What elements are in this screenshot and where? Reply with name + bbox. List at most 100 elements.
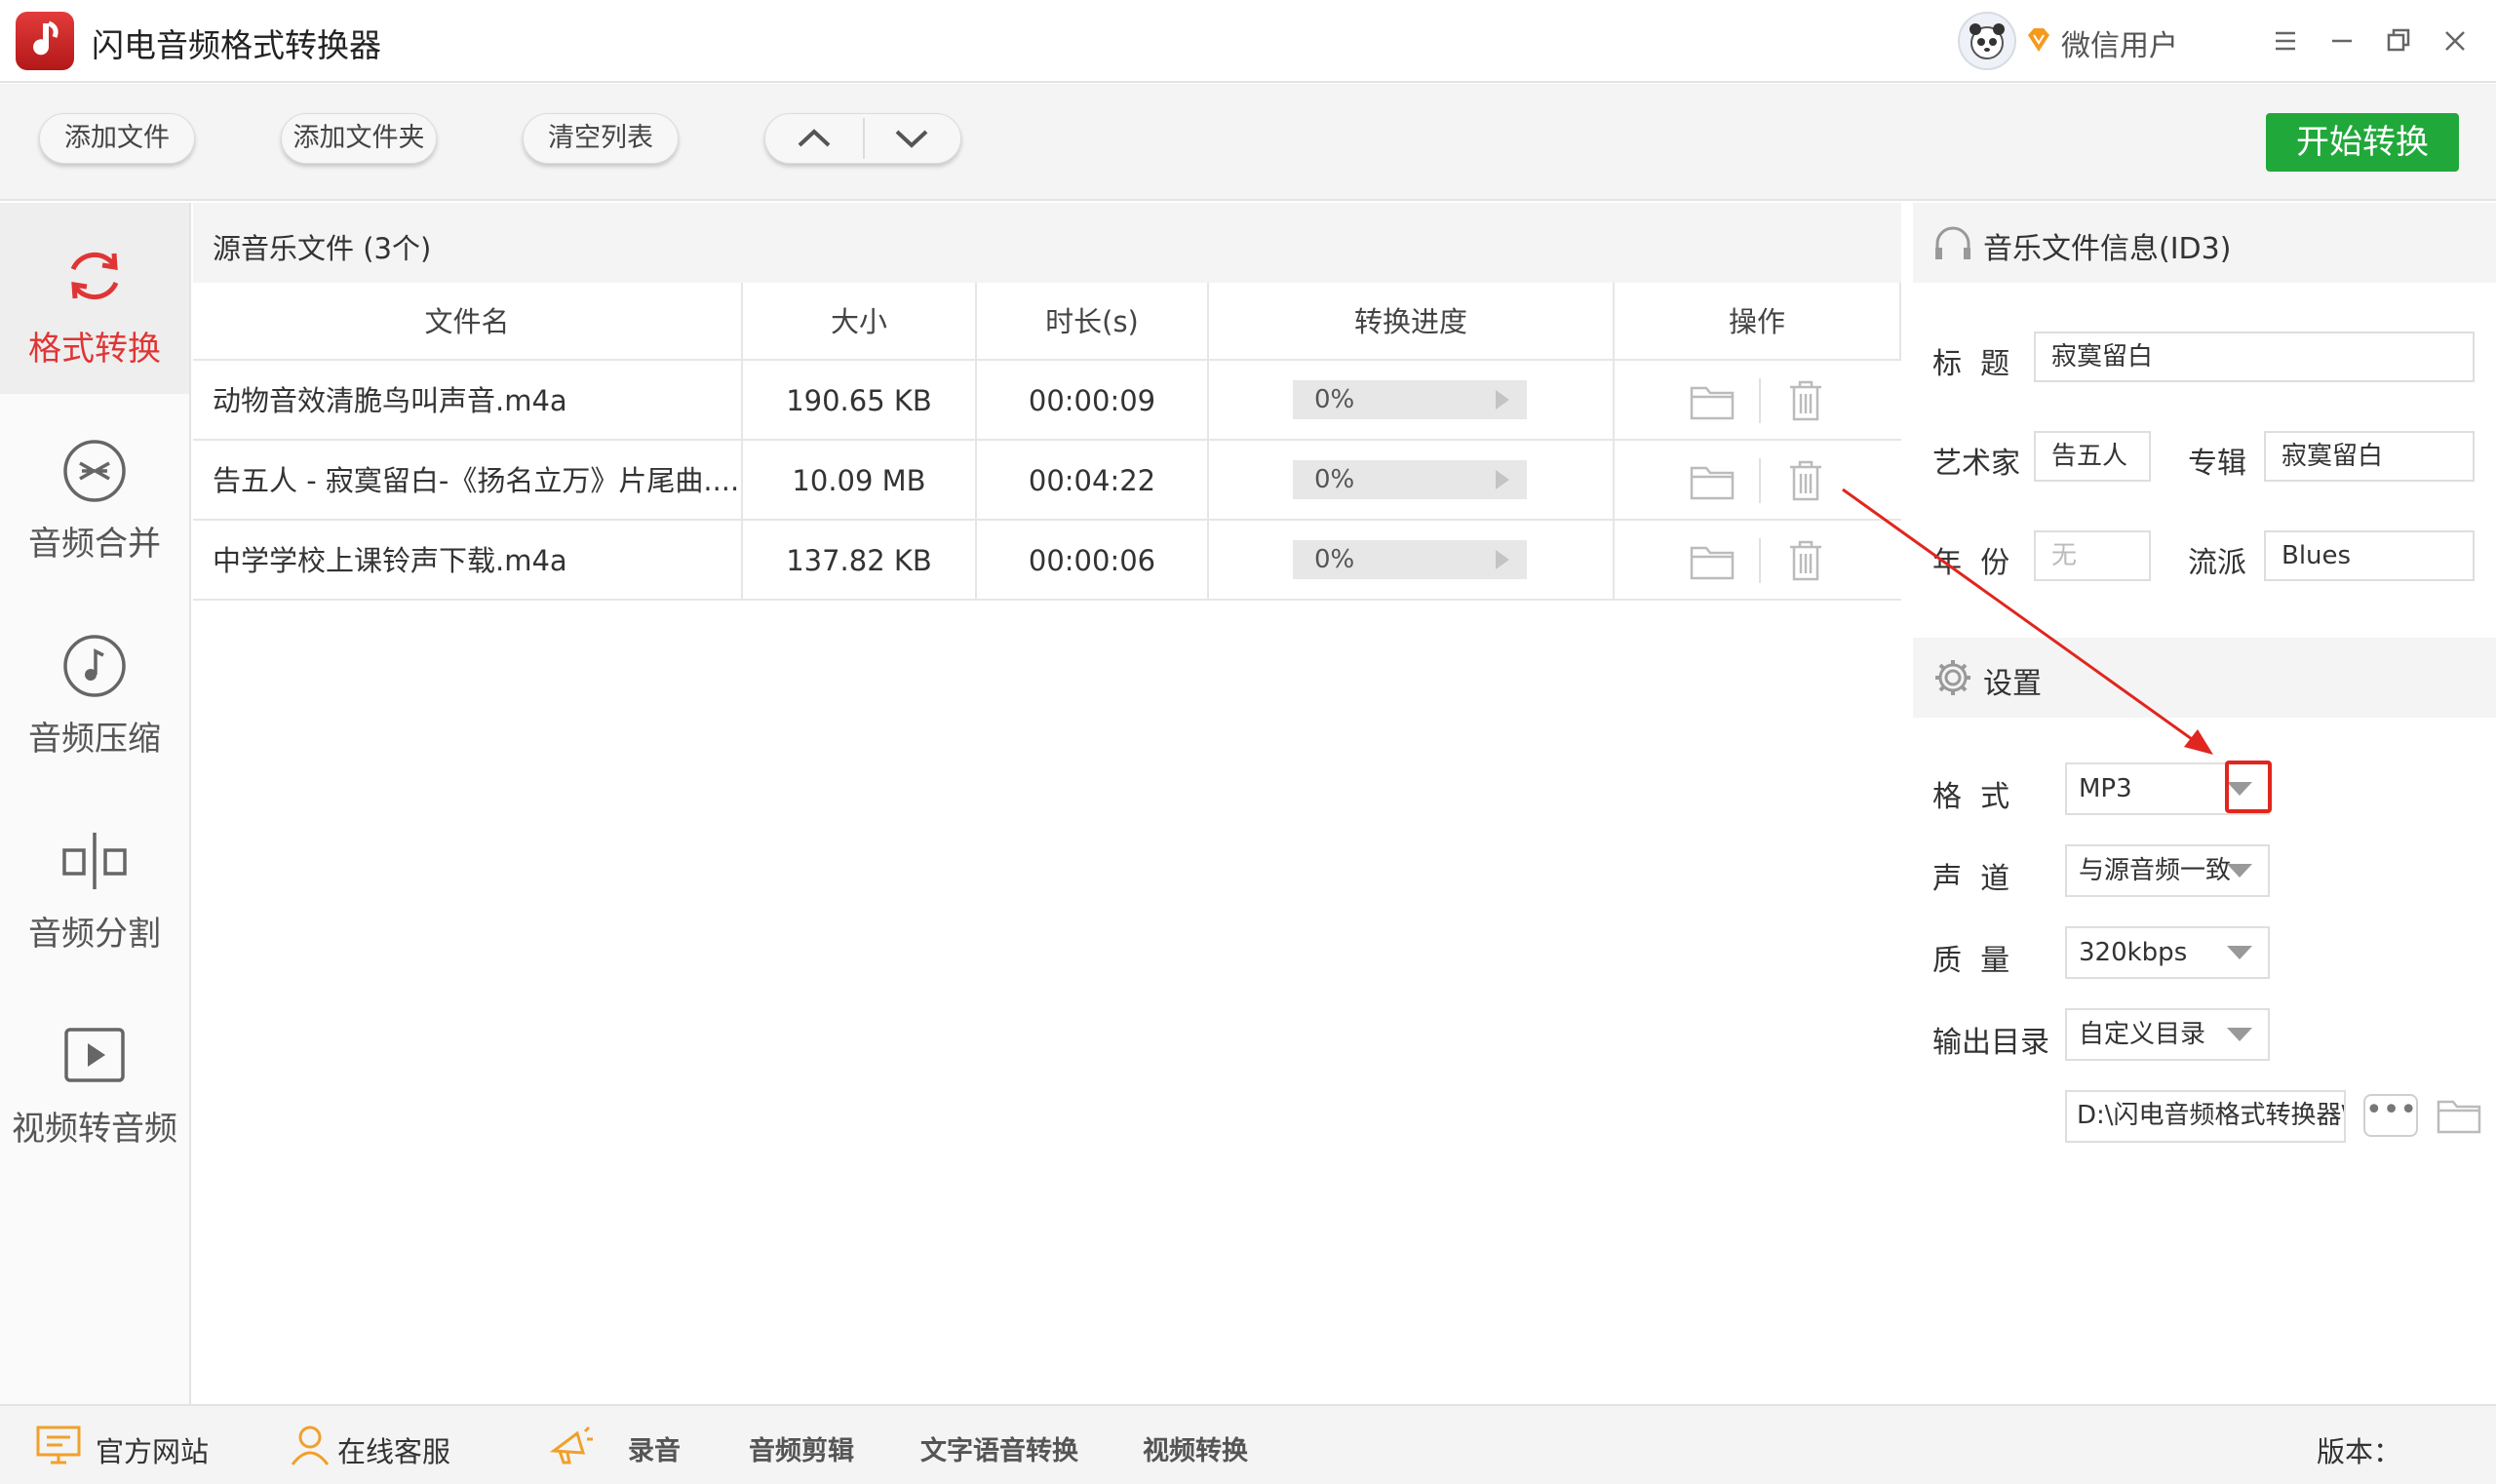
sidebar-item-video-to-audio[interactable]: 视频转音频 bbox=[0, 983, 189, 1174]
delete-icon[interactable] bbox=[1786, 458, 1825, 503]
settings-header-title: 设置 bbox=[1983, 667, 2042, 701]
title-field[interactable]: 寂寞留白 bbox=[2034, 332, 2475, 382]
sidebar-item-label: 视频转音频 bbox=[12, 1110, 177, 1149]
progress-value: 0% bbox=[1314, 465, 1355, 494]
version-label: 版本： bbox=[2317, 1435, 2402, 1468]
id3-header-title: 音乐文件信息(ID3) bbox=[1983, 232, 2232, 266]
delete-icon[interactable] bbox=[1786, 378, 1825, 423]
sidebar-item-format-convert[interactable]: 格式转换 bbox=[0, 203, 189, 394]
online-service-link[interactable]: 在线客服 bbox=[337, 1429, 450, 1470]
toolbar: 添加文件 添加文件夹 清空列表 开始转换 bbox=[0, 84, 2496, 201]
clear-list-button[interactable]: 清空列表 bbox=[523, 113, 679, 164]
album-field[interactable]: 寂寞留白 bbox=[2264, 431, 2475, 482]
output-dir-select[interactable]: 自定义目录 bbox=[2065, 1008, 2270, 1061]
chevron-up-icon bbox=[798, 129, 831, 147]
play-icon[interactable] bbox=[1496, 390, 1509, 410]
channel-label: 声 道 bbox=[1932, 862, 2010, 896]
move-up-button[interactable] bbox=[765, 114, 863, 163]
vip-diamond-icon bbox=[2024, 25, 2053, 55]
sidebar-item-audio-split[interactable]: 音频分割 bbox=[0, 788, 189, 979]
footer: 官方网站 在线客服 录音 音频剪辑 文字语音转换 视频转换 版本： bbox=[0, 1404, 2496, 1484]
sidebar-item-audio-compress[interactable]: 音频压缩 bbox=[0, 593, 189, 784]
progress-bar: 0% bbox=[1293, 460, 1527, 499]
start-convert-button[interactable]: 开始转换 bbox=[2266, 113, 2459, 172]
file-list-title: 源音乐文件 (3个) bbox=[213, 232, 432, 265]
column-header-duration[interactable]: 时长(s) bbox=[977, 283, 1209, 361]
merge-icon bbox=[60, 437, 129, 505]
divider bbox=[1759, 458, 1761, 503]
restore-icon[interactable] bbox=[2379, 21, 2418, 60]
progress-value: 0% bbox=[1314, 385, 1355, 414]
file-list-header: 源音乐文件 (3个) bbox=[193, 203, 1901, 283]
file-duration: 00:00:06 bbox=[977, 521, 1209, 601]
add-file-button[interactable]: 添加文件 bbox=[39, 113, 195, 164]
progress-bar: 0% bbox=[1293, 540, 1527, 579]
play-icon[interactable] bbox=[1496, 550, 1509, 569]
channel-select[interactable]: 与源音频一致 bbox=[2065, 844, 2270, 897]
open-folder-icon[interactable] bbox=[1689, 542, 1736, 581]
more-button[interactable]: ••• bbox=[2363, 1094, 2418, 1137]
headphones-icon bbox=[1932, 222, 1973, 263]
music-note-icon bbox=[60, 632, 129, 700]
move-down-button[interactable] bbox=[865, 114, 962, 163]
play-icon bbox=[60, 1022, 129, 1090]
chevron-down-icon bbox=[895, 130, 928, 148]
artist-field[interactable]: 告五人 bbox=[2034, 431, 2151, 482]
progress-bar: 0% bbox=[1293, 380, 1527, 419]
browse-folder-icon[interactable] bbox=[2436, 1096, 2482, 1135]
title-bar: 闪电音频格式转换器 微信用户 bbox=[0, 0, 2496, 83]
close-icon[interactable] bbox=[2436, 21, 2475, 60]
user-service-icon[interactable] bbox=[287, 1424, 333, 1466]
column-header-progress[interactable]: 转换进度 bbox=[1209, 283, 1615, 361]
megaphone-icon bbox=[548, 1424, 595, 1466]
genre-label: 流派 bbox=[2188, 546, 2246, 580]
file-size: 137.82 KB bbox=[743, 521, 977, 601]
sidebar: 格式转换 音频合并 音频压缩 音频分割 视频转音频 bbox=[0, 203, 191, 1404]
progress-value: 0% bbox=[1314, 545, 1355, 574]
table-row[interactable]: 动物音效清脆鸟叫声音.m4a 190.65 KB 00:00:09 0% bbox=[193, 361, 1901, 441]
gear-icon bbox=[1932, 657, 1973, 698]
file-duration: 00:04:22 bbox=[977, 441, 1209, 521]
divider bbox=[1759, 538, 1761, 583]
table-row[interactable]: 告五人 - 寂寞留白-《扬名立万》片尾曲.... 10.09 MB 00:04:… bbox=[193, 441, 1901, 521]
app-logo-icon bbox=[16, 12, 74, 70]
file-name: 动物音效清脆鸟叫声音.m4a bbox=[193, 361, 743, 441]
play-icon[interactable] bbox=[1496, 470, 1509, 489]
file-duration: 00:00:09 bbox=[977, 361, 1209, 441]
annotation-highlight-box bbox=[2225, 761, 2272, 813]
user-name[interactable]: 微信用户 bbox=[2061, 21, 2178, 64]
settings-header: 设置 bbox=[1913, 638, 2496, 718]
column-header-actions: 操作 bbox=[1615, 283, 1901, 361]
menu-icon[interactable] bbox=[2266, 21, 2305, 60]
delete-icon[interactable] bbox=[1786, 538, 1825, 583]
add-folder-button[interactable]: 添加文件夹 bbox=[281, 113, 437, 164]
column-header-filename[interactable]: 文件名 bbox=[193, 283, 743, 361]
table-row[interactable]: 中学学校上课铃声下载.m4a 137.82 KB 00:00:06 0% bbox=[193, 521, 1901, 601]
minimize-icon[interactable] bbox=[2322, 21, 2361, 60]
channel-value: 与源音频一致 bbox=[2079, 856, 2232, 885]
sidebar-item-audio-merge[interactable]: 音频合并 bbox=[0, 398, 189, 589]
genre-field[interactable]: Blues bbox=[2264, 530, 2475, 581]
chevron-down-icon[interactable] bbox=[2227, 946, 2252, 959]
app-title: 闪电音频格式转换器 bbox=[92, 26, 381, 64]
output-dir-label: 输出目录 bbox=[1932, 1026, 2049, 1060]
open-folder-icon[interactable] bbox=[1689, 462, 1736, 501]
quality-value: 320kbps bbox=[2079, 938, 2188, 967]
column-header-size[interactable]: 大小 bbox=[743, 283, 977, 361]
format-value: MP3 bbox=[2079, 774, 2132, 803]
official-website-link[interactable]: 官方网站 bbox=[96, 1429, 209, 1470]
open-folder-icon[interactable] bbox=[1689, 382, 1736, 421]
id3-header: 音乐文件信息(ID3) bbox=[1913, 203, 2496, 283]
monitor-icon[interactable] bbox=[35, 1424, 82, 1466]
audio-edit-link[interactable]: 音频剪辑 bbox=[749, 1429, 854, 1467]
chevron-down-icon[interactable] bbox=[2227, 1028, 2252, 1041]
output-path-field[interactable]: D:\闪电音频格式转换器\ bbox=[2065, 1090, 2346, 1143]
text-to-speech-link[interactable]: 文字语音转换 bbox=[920, 1429, 1078, 1467]
record-link[interactable]: 录音 bbox=[628, 1429, 681, 1467]
year-field[interactable]: 无 bbox=[2034, 530, 2151, 581]
chevron-down-icon[interactable] bbox=[2227, 864, 2252, 878]
quality-label: 质 量 bbox=[1932, 944, 2010, 978]
video-convert-link[interactable]: 视频转换 bbox=[1143, 1429, 1248, 1467]
quality-select[interactable]: 320kbps bbox=[2065, 926, 2270, 979]
user-avatar[interactable] bbox=[1958, 12, 2016, 70]
